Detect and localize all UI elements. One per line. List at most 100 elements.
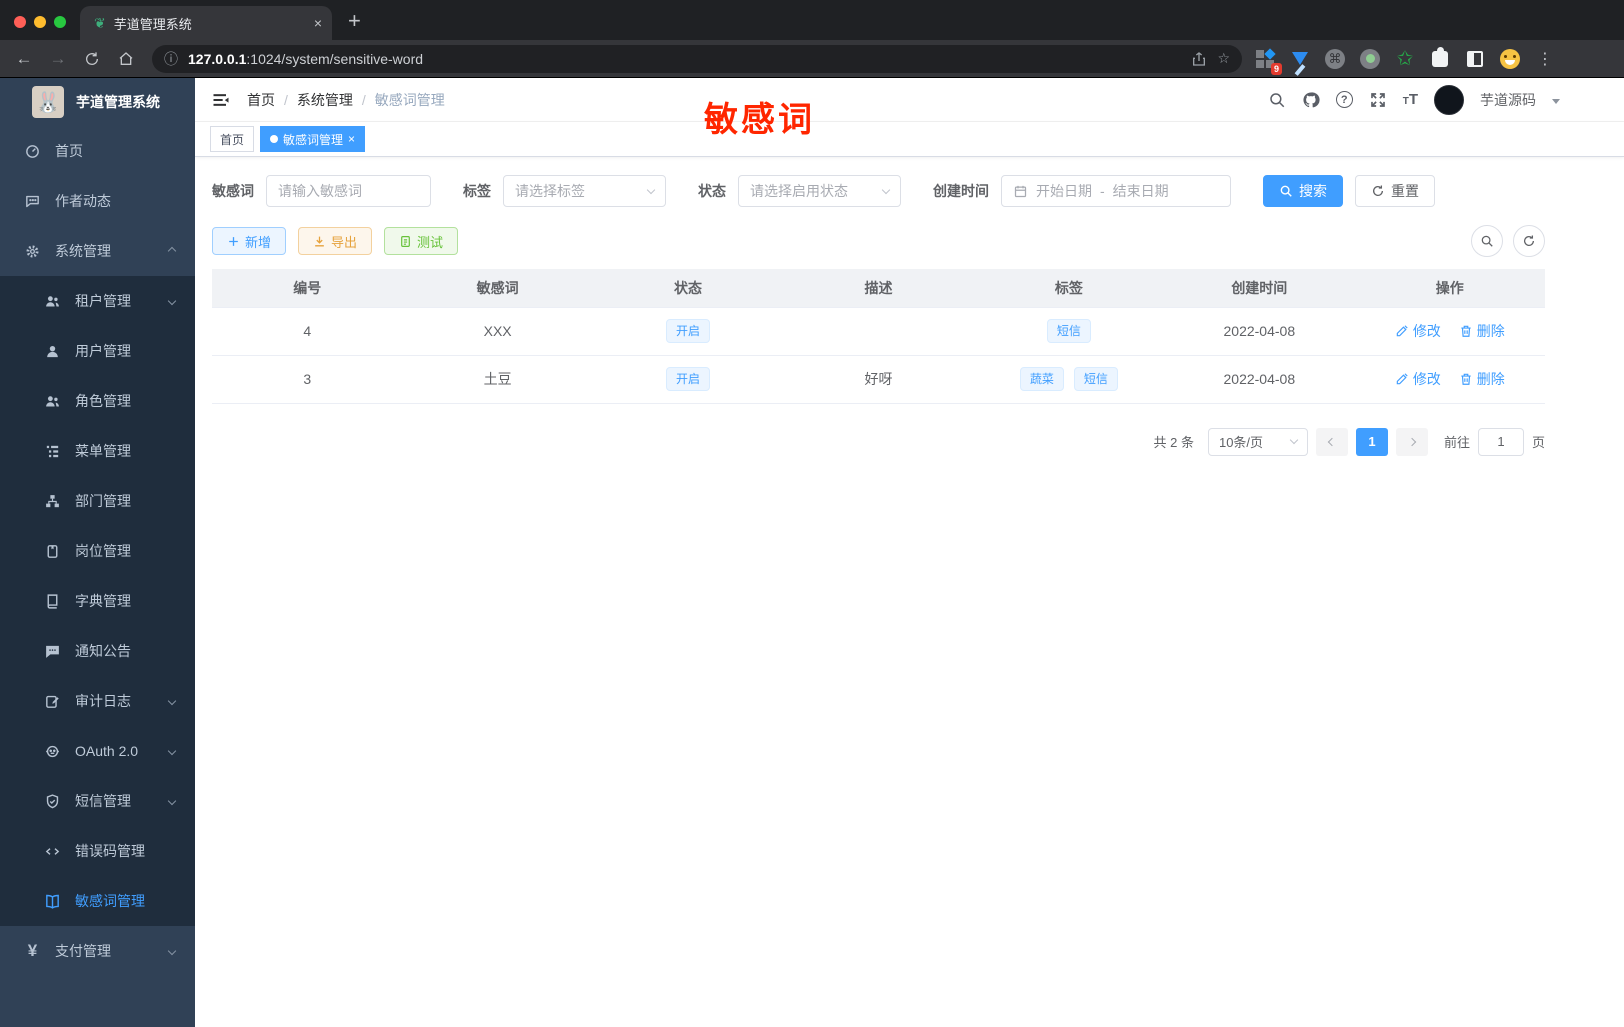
sidebar-item-author-news[interactable]: 作者动态 [0,176,195,226]
tag-label: 首页 [220,132,245,147]
sidebar-item-label: 系统管理 [55,243,111,259]
users-icon [46,295,59,306]
share-icon[interactable] [1191,51,1207,67]
next-page-button[interactable] [1395,427,1428,456]
breadcrumb-home[interactable]: 首页 [247,90,275,110]
cell-create-time: 2022-04-08 [1164,307,1355,356]
add-button[interactable]: 新增 [212,227,287,255]
app-logo[interactable]: 🐰 芋道管理系统 [0,78,195,126]
reset-button[interactable]: 重置 [1355,175,1435,207]
table-row: 3 土豆 开启 好呀 蔬菜 短信 2022-04-08 修改 删除 [212,355,1545,404]
sidebar-item-menu[interactable]: 菜单管理 [0,426,195,476]
edit-icon [1396,325,1408,337]
delete-button[interactable]: 删除 [1459,369,1505,389]
breadcrumb-system[interactable]: 系统管理 [297,90,353,110]
edit-button[interactable]: 修改 [1395,369,1441,389]
close-window-button[interactable] [14,16,26,28]
tab-close-icon[interactable]: × [314,15,322,31]
sidebar-item-sms[interactable]: 短信管理 [0,776,195,826]
toggle-search-button[interactable] [1471,225,1503,257]
tag-select[interactable]: 请选择标签 [503,175,666,207]
extension-star-icon[interactable]: ✩ [1394,48,1416,70]
edit-button[interactable]: 修改 [1395,321,1441,341]
sidebar-item-label: 错误码管理 [75,843,145,859]
prev-page-button[interactable] [1315,427,1348,456]
user-avatar[interactable] [1434,84,1464,115]
sidebar-item-error-code[interactable]: 错误码管理 [0,826,195,876]
extension-grid-icon[interactable]: 9 [1254,47,1282,75]
username[interactable]: 芋道源码 [1480,90,1536,110]
sidebar-item-audit-log[interactable]: 审计日志 [0,676,195,726]
forward-button[interactable]: → [44,45,72,73]
back-button[interactable]: ← [10,45,38,73]
sidebar-item-home[interactable]: 首页 [0,126,195,176]
url-host: 127.0.0.1 [188,50,247,67]
cell-id: 3 [212,355,403,404]
search-icon [1481,235,1493,247]
tag-home[interactable]: 首页 [210,126,255,152]
sidebar-item-pay[interactable]: ¥ 支付管理 [0,926,195,976]
sidebar-item-system[interactable]: 系统管理 [0,226,195,276]
extension-command-icon[interactable]: ⌘ [1324,48,1346,70]
github-icon[interactable] [1302,91,1320,109]
tag-badge: 短信 [1073,367,1118,391]
keyword-input[interactable]: 请输入敏感词 [266,175,431,207]
sidebar-item-user[interactable]: 用户管理 [0,326,195,376]
trash-icon [1461,325,1471,337]
bookmark-star-icon[interactable]: ☆ [1217,50,1230,67]
font-size-icon[interactable]: TT [1403,91,1418,108]
extension-puzzle-icon[interactable] [1429,46,1451,70]
search-button[interactable]: 搜索 [1263,175,1343,207]
sidebar-item-oauth[interactable]: OAuth 2.0 [0,726,195,776]
table-header-row: 编号 敏感词 状态 描述 标签 创建时间 操作 [212,269,1545,308]
tag-sensitive-word[interactable]: 敏感词管理 × [260,126,366,152]
browser-tab[interactable]: ❦ 芋道管理系统 × [80,6,332,40]
test-button[interactable]: 测试 [384,227,459,255]
url-path: :1024/system/sensitive-word [246,50,424,67]
date-range-picker[interactable]: 开始日期 - 结束日期 [1001,175,1231,207]
sidebar-item-label: 租户管理 [75,293,131,309]
cell-word: 土豆 [402,355,593,404]
minimize-window-button[interactable] [34,16,46,28]
reload-button[interactable] [78,45,106,73]
sensitive-word-table: 编号 敏感词 状态 描述 标签 创建时间 操作 4 XXX 开启 短信 2022… [212,269,1545,404]
sidebar-item-sensitive-word[interactable]: 敏感词管理 [0,876,195,926]
sidebar-item-label: 角色管理 [75,393,131,409]
user-icon [47,345,58,357]
sidebar-item-label: OAuth 2.0 [75,743,139,759]
refresh-table-button[interactable] [1513,225,1545,257]
goto-page-input[interactable]: 1 [1477,427,1524,456]
help-icon[interactable]: ? [1335,91,1353,108]
fullscreen-icon[interactable] [1369,91,1387,109]
browser-menu-icon[interactable]: ⋮ [1534,48,1556,70]
zoom-window-button[interactable] [54,16,66,28]
delete-button[interactable]: 删除 [1459,321,1505,341]
search-icon[interactable] [1268,91,1286,109]
sidebar-item-tenant[interactable]: 租户管理 [0,276,195,326]
sidebar-item-dept[interactable]: 部门管理 [0,476,195,526]
tag-close-icon[interactable]: × [348,132,355,146]
fold-sidebar-icon[interactable] [211,90,231,110]
yen-icon: ¥ [27,941,38,960]
page-1-button[interactable]: 1 [1355,427,1388,456]
export-button[interactable]: 导出 [298,227,373,255]
browser-tab-strip: ❦ 芋道管理系统 × + [0,0,1624,40]
sidebar-item-dict[interactable]: 字典管理 [0,576,195,626]
sidebar-item-notice[interactable]: 通知公告 [0,626,195,676]
user-menu-caret-icon[interactable] [1552,98,1560,104]
extension-record-icon[interactable] [1359,48,1381,70]
status-select[interactable]: 请选择启用状态 [738,175,901,207]
profile-avatar-icon[interactable] [1499,48,1521,70]
status-badge: 开启 [666,319,711,343]
page-size-select[interactable]: 10条/页 [1207,427,1308,456]
sidebar-item-post[interactable]: 岗位管理 [0,526,195,576]
extension-funnel-icon[interactable] [1289,48,1311,70]
window-controls[interactable] [0,16,80,40]
home-button[interactable] [112,45,140,73]
sidebar-item-label: 作者动态 [55,193,111,209]
sidebar-item-role[interactable]: 角色管理 [0,376,195,426]
new-tab-button[interactable]: + [332,10,377,40]
sidepanel-icon[interactable] [1464,48,1486,70]
address-bar[interactable]: ⓘ 127.0.0.1:1024/system/sensitive-word ☆ [152,44,1242,73]
site-info-icon[interactable]: ⓘ [164,49,178,69]
